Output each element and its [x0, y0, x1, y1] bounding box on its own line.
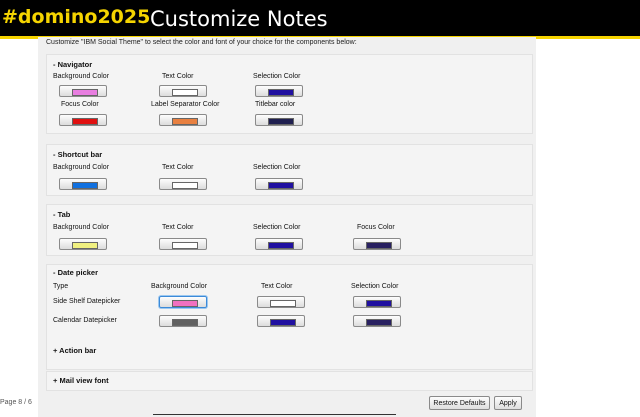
shortcut-selection-color-button[interactable] [255, 178, 303, 190]
navigator-background-color-button[interactable] [59, 85, 107, 97]
navigator-focus-label: Focus Color [61, 101, 99, 108]
navigator-separator-label: Label Separator Color [151, 101, 220, 108]
navigator-separator-color-button[interactable] [159, 114, 207, 126]
navigator-titlebar-color-button[interactable] [255, 114, 303, 126]
color-swatch [268, 242, 294, 249]
side-shelf-background-color-button[interactable] [159, 296, 207, 308]
datepicker-background-label: Background Color [151, 283, 208, 290]
slide-header: #domino2025 Customize Notes [0, 0, 640, 36]
tab-toggle[interactable]: - Tab [53, 210, 70, 219]
tab-background-label: Background Color [53, 224, 110, 231]
hashtag-label: #domino2025 [2, 6, 151, 28]
color-swatch [72, 89, 98, 96]
tab-background-color-button[interactable] [59, 238, 107, 250]
tab-text-color-button[interactable] [159, 238, 207, 250]
color-swatch [366, 300, 392, 307]
tab-focus-label: Focus Color [357, 224, 395, 231]
color-swatch [172, 300, 198, 307]
tab-section: - Tab Background Color Text Color Select… [46, 204, 533, 256]
color-swatch [366, 242, 392, 249]
side-shelf-datepicker-label: Side Shelf Datepicker [53, 298, 121, 305]
color-swatch [270, 319, 296, 326]
calendar-background-color-button[interactable] [159, 315, 207, 327]
page-number: Page 8 / 6 [0, 399, 32, 406]
apply-button[interactable]: Apply [494, 396, 522, 410]
color-swatch [172, 89, 198, 96]
date-picker-section: - Date picker Type Background Color Text… [46, 264, 533, 370]
datepicker-selection-label: Selection Color [351, 283, 399, 290]
calendar-datepicker-label: Calendar Datepicker [53, 317, 117, 324]
color-swatch [172, 118, 198, 125]
restore-defaults-button[interactable]: Restore Defaults [429, 396, 490, 410]
mail-view-font-toggle[interactable]: + Mail view font [53, 376, 109, 385]
mail-view-font-section: + Mail view font [46, 371, 533, 391]
color-swatch [268, 118, 294, 125]
color-swatch [270, 300, 296, 307]
calendar-selection-color-button[interactable] [353, 315, 401, 327]
navigator-background-label: Background Color [53, 73, 110, 80]
date-picker-toggle[interactable]: - Date picker [53, 268, 98, 277]
color-swatch [172, 242, 198, 249]
tab-selection-color-button[interactable] [255, 238, 303, 250]
customize-dialog: Customize "IBM Social Theme" to select t… [38, 37, 536, 417]
navigator-selection-color-button[interactable] [255, 85, 303, 97]
tab-selection-label: Selection Color [253, 224, 301, 231]
tab-text-label: Text Color [162, 224, 194, 231]
shortcut-bar-section: - Shortcut bar Background Color Text Col… [46, 144, 533, 196]
color-swatch [72, 118, 98, 125]
color-swatch [172, 319, 198, 326]
shortcut-text-label: Text Color [162, 164, 194, 171]
navigator-toggle[interactable]: - Navigator [53, 60, 92, 69]
shortcut-background-label: Background Color [53, 164, 110, 171]
shortcut-bar-toggle[interactable]: - Shortcut bar [53, 150, 102, 159]
color-swatch [268, 89, 294, 96]
navigator-section: - Navigator Background Color Text Color … [46, 54, 533, 134]
navigator-focus-color-button[interactable] [59, 114, 107, 126]
intro-text: Customize "IBM Social Theme" to select t… [46, 39, 357, 46]
navigator-text-color-button[interactable] [159, 85, 207, 97]
navigator-text-label: Text Color [162, 73, 194, 80]
calendar-text-color-button[interactable] [257, 315, 305, 327]
side-shelf-text-color-button[interactable] [257, 296, 305, 308]
navigator-selection-label: Selection Color [253, 73, 301, 80]
color-swatch [72, 182, 98, 189]
datepicker-text-label: Text Color [261, 283, 293, 290]
color-swatch [268, 182, 294, 189]
side-shelf-selection-color-button[interactable] [353, 296, 401, 308]
color-swatch [366, 319, 392, 326]
action-bar-toggle[interactable]: + Action bar [53, 346, 96, 355]
color-swatch [72, 242, 98, 249]
bottom-divider [153, 414, 396, 415]
navigator-titlebar-label: Titlebar color [255, 101, 296, 108]
datepicker-type-label: Type [53, 283, 69, 290]
shortcut-background-color-button[interactable] [59, 178, 107, 190]
shortcut-text-color-button[interactable] [159, 178, 207, 190]
color-swatch [172, 182, 198, 189]
tab-focus-color-button[interactable] [353, 238, 401, 250]
slide-title: Customize Notes [150, 7, 328, 31]
shortcut-selection-label: Selection Color [253, 164, 301, 171]
